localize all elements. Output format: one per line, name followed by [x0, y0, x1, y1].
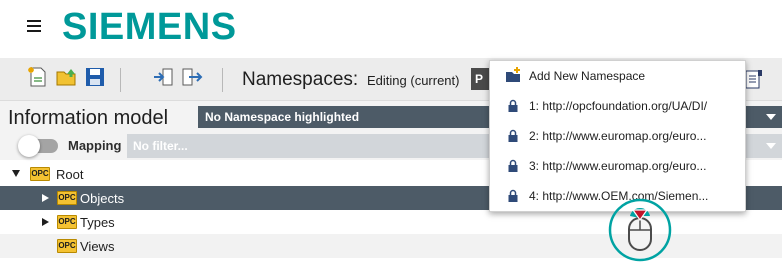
information-model-title: Information model [8, 107, 169, 129]
namespace-item-3[interactable]: 3: http://www.euromap.org/euro... [490, 151, 747, 180]
opc-folder-icon: OPC [30, 167, 50, 181]
mapping-toggle[interactable] [18, 135, 58, 157]
tree-node-label: Objects [80, 191, 125, 206]
expand-arrow-icon[interactable] [42, 218, 49, 226]
menu-item-label: 2: http://www.euromap.org/euro... [529, 129, 707, 143]
add-namespace-item[interactable]: Add New Namespace [490, 61, 747, 90]
open-folder-icon[interactable] [55, 66, 77, 88]
lock-icon [508, 99, 518, 112]
tree-node-label: Views [80, 239, 115, 254]
top-bar: SIEMENS [0, 0, 782, 58]
toggle-knob [18, 135, 40, 157]
editing-status: Editing (current) [367, 73, 460, 88]
collapse-arrow-icon[interactable] [12, 170, 20, 177]
menu-item-label: Add New Namespace [529, 69, 646, 83]
add-namespace-icon [506, 67, 520, 82]
chevron-down-icon [766, 143, 776, 149]
export-icon[interactable] [181, 66, 203, 88]
filter-placeholder: No filter... [133, 139, 188, 153]
import-icon[interactable] [152, 66, 174, 88]
properties-icon[interactable] [744, 68, 764, 90]
namespaces-label: Namespaces: [242, 69, 359, 90]
tree-node-label: Types [80, 215, 115, 230]
menu-item-label: 3: http://www.euromap.org/euro... [529, 159, 707, 173]
opc-folder-icon: OPC [57, 191, 77, 205]
mouse-click-icon [608, 198, 672, 262]
tree-node-label: Root [56, 167, 84, 182]
siemens-logo: SIEMENS [62, 6, 237, 48]
opc-folder-icon: OPC [57, 215, 77, 229]
namespace-item-1[interactable]: 1: http://opcfoundation.org/UA/DI/ [490, 91, 747, 120]
hamburger-menu-icon[interactable] [27, 20, 41, 32]
toolbar-divider [120, 68, 121, 92]
namespace-highlight-value: No Namespace highlighted [205, 110, 360, 124]
new-file-icon[interactable] [27, 66, 49, 88]
lock-icon [508, 159, 518, 172]
lock-icon [508, 129, 518, 142]
namespace-selector[interactable]: P [471, 68, 489, 90]
toolbar-divider [222, 68, 223, 92]
namespace-item-2[interactable]: 2: http://www.euromap.org/euro... [490, 121, 747, 150]
mapping-label: Mapping [68, 138, 122, 153]
menu-item-label: 1: http://opcfoundation.org/UA/DI/ [529, 99, 708, 113]
lock-icon [508, 189, 518, 202]
expand-arrow-icon[interactable] [42, 194, 49, 202]
chevron-down-icon [766, 114, 776, 120]
opc-folder-icon: OPC [57, 239, 77, 253]
save-icon[interactable] [84, 66, 106, 88]
